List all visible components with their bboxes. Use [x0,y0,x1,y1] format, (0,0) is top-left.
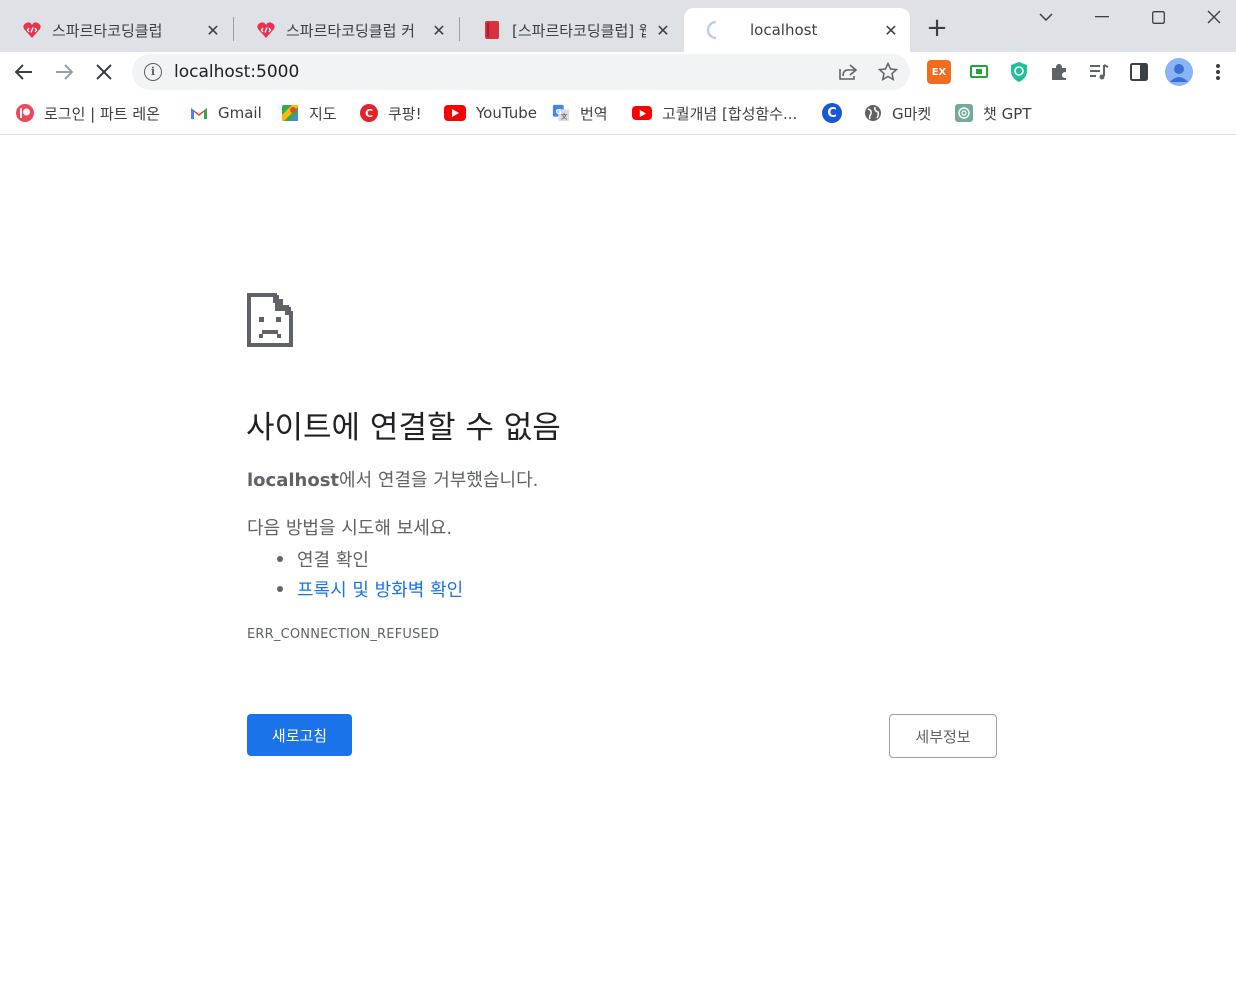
sad-page-icon [247,293,293,347]
bookmark-c[interactable]: C [822,102,842,124]
suggestion-check-connection: 연결 확인 [297,550,369,571]
bookmark-gmail[interactable]: Gmail [190,102,262,124]
close-icon[interactable]: ✕ [654,21,672,40]
tab-sparta-1[interactable]: 스파르타코딩클럽 ✕ [0,8,232,52]
bookmark-label: YouTube [476,104,537,122]
new-tab-button[interactable]: + [924,14,950,42]
tab-title: localhost [750,21,818,39]
bullet-icon [277,556,283,562]
bookmark-label: 고퀄개념 [합성함수... [662,104,798,123]
reload-button[interactable]: 새로고침 [247,714,352,756]
bookmarks-bar: 로그인 | 파트 레온 Gmail 지도 C 쿠팡! YouTube G文 번역… [0,92,1236,135]
bookmark-maps[interactable]: 지도 [281,102,337,124]
suggestions-title: 다음 방법을 시도해 보세요. [247,518,453,539]
coupang-icon: C [360,104,378,122]
bookmark-coupang[interactable]: C 쿠팡! [360,102,422,124]
maximize-button[interactable] [1130,2,1186,32]
suggestion-proxy-firewall-link[interactable]: 프록시 및 방화벽 확인 [297,576,463,602]
youtube-icon [444,105,466,121]
c-icon: C [822,103,842,123]
sparta-icon [22,20,42,40]
bookmark-patreon[interactable]: 로그인 | 파트 레온 [16,102,160,124]
tab-search-button[interactable] [1018,2,1074,32]
translate-icon: G文 [552,104,570,122]
url-text[interactable]: localhost:5000 [174,62,299,82]
globe-icon [864,104,882,122]
profile-avatar[interactable] [1165,58,1193,86]
back-button[interactable] [8,56,40,88]
gmail-icon [190,104,208,122]
chatgpt-icon [955,104,973,122]
browser-toolbar: i localhost:5000 EX [0,52,1236,92]
close-icon[interactable]: ✕ [204,21,222,40]
bookmark-label: 지도 [309,104,337,123]
forward-button[interactable] [48,56,80,88]
stop-loading-button[interactable] [88,56,120,88]
bookmark-label: Gmail [218,104,262,122]
bookmark-label: 로그인 | 파트 레온 [44,104,160,123]
tab-sparta-3[interactable]: [스파르타코딩클럽] 웹 ✕ [460,8,682,52]
patreon-icon [16,104,34,122]
tab-localhost[interactable]: localhost ✕ [684,8,910,52]
bookmark-label: G마켓 [892,104,932,123]
close-window-button[interactable] [1186,2,1236,32]
error-description: localhost에서 연결을 거부했습니다. [247,466,538,492]
bookmark-label: 챗 GPT [983,104,1032,123]
book-icon [482,20,502,40]
bookmark-youtube-video[interactable]: 고퀄개념 [합성함수... [632,102,797,124]
minimize-button[interactable] [1074,2,1130,32]
close-icon[interactable]: ✕ [430,21,448,40]
media-control-icon[interactable] [1087,60,1111,84]
bookmark-label: 번역 [580,104,608,123]
menu-more-icon[interactable] [1206,60,1230,84]
bookmark-chatgpt[interactable]: 챗 GPT [955,102,1031,124]
error-code: ERR_CONNECTION_REFUSED [247,627,440,642]
youtube-icon [632,106,652,120]
extensions-puzzle-icon[interactable] [1047,60,1071,84]
suggestions-list: 연결 확인 프록시 및 방화벽 확인 [277,544,463,604]
suggestion-item: 프록시 및 방화벽 확인 [277,574,463,604]
close-icon[interactable]: ✕ [882,21,900,40]
side-panel-icon[interactable] [1127,60,1151,84]
tab-title: 스파르타코딩클럽 커 [286,21,415,40]
error-description-text: 에서 연결을 거부했습니다. [339,470,539,491]
info-icon[interactable]: i [144,63,162,81]
sparta-icon [256,20,276,40]
bookmark-star-icon[interactable] [876,60,900,84]
ex-extension-icon[interactable]: EX [927,60,951,84]
address-bar[interactable]: i localhost:5000 [132,54,910,90]
bookmark-gmarket[interactable]: G마켓 [864,102,931,124]
error-heading: 사이트에 연결할 수 없음 [246,410,561,446]
tab-title: [스파르타코딩클럽] 웹 [512,21,646,40]
suggestion-item: 연결 확인 [277,544,463,574]
bookmark-youtube[interactable]: YouTube [444,102,537,124]
bookmark-translate[interactable]: G文 번역 [552,102,608,124]
maps-icon [281,104,299,122]
screen-extension-icon[interactable] [967,60,991,84]
tab-title: 스파르타코딩클럽 [52,21,163,40]
shield-extension-icon[interactable] [1007,60,1031,84]
share-icon[interactable] [836,60,860,84]
tab-sparta-2[interactable]: 스파르타코딩클럽 커 ✕ [234,8,458,52]
bullet-icon [277,586,283,592]
error-host: localhost [247,470,340,491]
loading-icon [706,20,726,40]
bookmark-label: 쿠팡! [388,104,422,123]
details-button[interactable]: 세부정보 [889,714,997,758]
tab-strip: 스파르타코딩클럽 ✕ 스파르타코딩클럽 커 ✕ [스파르타코딩클럽] 웹 ✕ l… [0,0,1236,52]
svg-text:文: 文 [561,111,568,120]
